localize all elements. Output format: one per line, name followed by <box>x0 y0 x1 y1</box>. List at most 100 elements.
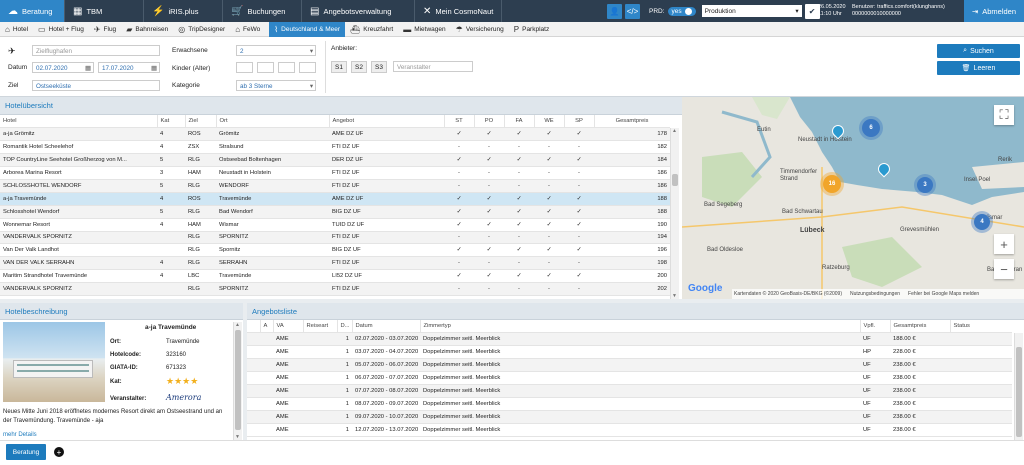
date-from-input[interactable]: 02.07.2020 ▦ <box>32 62 94 73</box>
hotel-scrollbar[interactable]: ▲ ▼ <box>670 128 679 299</box>
adults-select[interactable]: 2 ▾ <box>236 45 316 56</box>
column-header[interactable]: Gesamtpreis <box>890 320 951 334</box>
table-row[interactable]: AME 1 02.07.2020 - 03.07.2020 Doppelzimmer … <box>247 332 1012 347</box>
map-report-link[interactable]: Fehler bei Google Maps melden <box>908 291 979 297</box>
column-header[interactable] <box>247 320 261 334</box>
subnav-tab[interactable]: ▭ Hotel + Flug <box>33 22 89 37</box>
table-row[interactable]: Schlosshotel Wendorf 5 RLG Bad Wendorf BIG D… <box>0 205 670 219</box>
column-header[interactable]: A <box>260 320 274 334</box>
table-row[interactable]: AME 1 03.07.2020 - 04.07.2020 Doppelzimmer … <box>247 345 1012 360</box>
s2-button[interactable]: S2 <box>351 61 367 73</box>
column-header[interactable]: VA <box>273 320 304 334</box>
detail-scrollbar[interactable]: ▲ ▼ <box>233 322 242 440</box>
subnav-tab[interactable]: ⌂ FeWo <box>230 22 265 37</box>
topnav-item[interactable]: 🛒 Buchungen <box>223 0 301 22</box>
airport-input[interactable]: Zielflughafen <box>32 45 160 56</box>
table-row[interactable]: AME 1 07.07.2020 - 08.07.2020 Doppelzimmer … <box>247 384 1012 398</box>
user-icon[interactable]: 👤 <box>607 3 622 19</box>
column-header[interactable]: ST <box>444 115 475 129</box>
prd-toggle[interactable]: yes <box>667 6 696 16</box>
s1-button[interactable]: S1 <box>331 61 347 73</box>
subnav-tab[interactable]: ☂ Versicherung <box>451 22 509 37</box>
table-row[interactable]: VANDERVALK SPORNITZ RLG SPORNITZ FTI DZ UF -… <box>0 231 670 245</box>
search-button[interactable]: ⌕ Suchen <box>937 44 1020 58</box>
map-terms-link[interactable]: Nutzungsbedingungen <box>850 291 900 297</box>
table-row[interactable]: Maritim Strandhotel Travemünde 4 LBC Travem… <box>0 269 670 284</box>
column-header[interactable]: Angebot <box>329 115 445 129</box>
column-header[interactable]: Datum <box>352 320 421 334</box>
subnav-tab[interactable]: ◎ TripDesigner <box>173 22 230 37</box>
subnav-tab[interactable]: P Parkplatz <box>509 22 554 37</box>
map-cluster[interactable]: 16 <box>823 175 841 193</box>
child-age-input[interactable] <box>299 62 316 73</box>
table-row[interactable]: AME 1 08.07.2020 - 09.07.2020 Doppelzimmer … <box>247 397 1012 411</box>
table-cell: - <box>444 231 474 245</box>
map[interactable]: Eutin Neustadt in Holstein Timmendorfer … <box>682 97 1024 299</box>
column-header[interactable]: Ziel <box>185 115 217 129</box>
zoom-out-button[interactable]: − <box>994 259 1014 279</box>
table-row[interactable]: TOP CountryLine Seehotel Großherzog von … <box>0 153 670 168</box>
column-header[interactable]: Reiseart <box>303 320 338 334</box>
table-row[interactable]: AME 1 05.07.2020 - 06.07.2020 Doppelzimmer … <box>247 358 1012 373</box>
column-header[interactable]: PO <box>474 115 505 129</box>
child-age-input[interactable] <box>257 62 274 73</box>
column-header[interactable]: Kat <box>157 115 186 129</box>
column-header[interactable]: Hotel <box>0 115 158 129</box>
topnav-item[interactable]: ▤ Angebotsverwaltung <box>302 0 414 22</box>
table-cell: ✓ <box>474 243 504 258</box>
table-row[interactable]: VANDERVALK SPORNITZ RLG SPORNITZ FTI DZ UF -… <box>0 282 670 296</box>
environment-select[interactable]: Produktion ▾ <box>701 5 802 17</box>
zoom-in-button[interactable]: + <box>994 234 1014 254</box>
map-cluster[interactable]: 6 <box>862 119 880 137</box>
column-header[interactable]: D... <box>337 320 353 334</box>
column-header[interactable]: Gesamtpreis <box>594 115 670 129</box>
subnav-tab[interactable]: ⌇ Deutschland & Meer <box>269 21 346 37</box>
table-row[interactable]: a-ja Grömitz 4 ROS Grömitz AME DZ UF ✓ ✓ ✓ ✓ ✓ 178 <box>0 127 670 142</box>
table-row[interactable]: AME 1 09.07.2020 - 10.07.2020 Doppelzimmer … <box>247 410 1012 424</box>
destination-input[interactable]: Ostseeküste <box>32 80 160 91</box>
veranstalter-input[interactable]: Veranstalter <box>393 61 473 72</box>
topnav-item[interactable]: ✕ Mein CosmoNaut <box>415 0 501 22</box>
topnav-item[interactable]: ☁ Beratung <box>0 0 64 22</box>
subnav-tab[interactable]: ⛴ Kreuzfahrt <box>345 22 398 37</box>
column-header[interactable]: Vpfl. <box>860 320 891 334</box>
table-row[interactable]: Wonnemar Resort 4 HAM Wismar TUID DZ UF ✓ ✓ ✓ ✓ ✓… <box>0 218 670 232</box>
table-row[interactable]: AME 1 12.07.2020 - 13.07.2020 Doppelzimmer … <box>247 423 1012 437</box>
add-icon[interactable]: + <box>54 447 64 457</box>
s3-button[interactable]: S3 <box>371 61 387 73</box>
map-cluster[interactable]: 3 <box>917 177 933 193</box>
column-header[interactable]: Status <box>950 320 1012 334</box>
date-to-input[interactable]: 17.07.2020 ▦ <box>98 62 160 73</box>
column-header[interactable]: WE <box>534 115 565 129</box>
table-cell: SPORNITZ <box>216 231 329 245</box>
topnav-item[interactable]: ▦ TBM <box>65 0 143 22</box>
column-header[interactable]: FA <box>504 115 535 129</box>
column-header[interactable]: SP <box>564 115 595 129</box>
table-row[interactable]: AME 1 06.07.2020 - 07.07.2020 Doppelzimmer … <box>247 371 1012 385</box>
table-cell: 188.00 € <box>890 332 950 347</box>
offer-scrollbar[interactable] <box>1014 333 1023 440</box>
child-age-input[interactable] <box>278 62 295 73</box>
subnav-tab[interactable]: ⌂ Hotel <box>0 22 33 37</box>
category-select[interactable]: ab 3 Sterne ▾ <box>236 80 316 91</box>
table-row[interactable]: Arborea Marina Resort 3 HAM Neustadt in Hol… <box>0 166 670 180</box>
beratung-button[interactable]: Beratung <box>6 444 46 460</box>
column-header[interactable]: Zimmertyp <box>420 320 861 334</box>
table-row[interactable]: Van Der Valk Landhot RLG Spornitz BIG DZ UF… <box>0 243 670 258</box>
clear-button[interactable]: 🗑 Leeren <box>937 61 1020 75</box>
more-details-link[interactable]: mehr Details <box>3 432 37 438</box>
topnav-item[interactable]: ⚡ iRIS.plus <box>144 0 222 22</box>
logout-button[interactable]: ⇥ Abmelden <box>964 0 1024 22</box>
column-header[interactable]: Ort <box>216 115 330 129</box>
code-icon[interactable]: </> <box>625 3 640 19</box>
subnav-tab[interactable]: ▬ Mietwagen <box>398 22 450 37</box>
table-row[interactable]: a-ja Travemünde 4 ROS Travemünde AME DZ UF ✓ ✓… <box>0 192 670 206</box>
subnav-tab[interactable]: ✈ Flug <box>89 22 121 37</box>
map-cluster[interactable]: 4 <box>974 214 990 230</box>
table-row[interactable]: SCHLOSSHOTEL WENDORF 5 RLG WENDORF FTI DZ UF… <box>0 179 670 193</box>
child-age-input[interactable] <box>236 62 253 73</box>
subnav-tab[interactable]: ▰ Bahnreisen <box>121 22 173 37</box>
table-row[interactable]: VAN DER VALK SERRAHN 4 RLG SERRAHN FTI DZ UF… <box>0 256 670 271</box>
table-row[interactable]: Romantik Hotel Scheelehof 4 ZSX Stralsund FT… <box>0 140 670 155</box>
fullscreen-icon[interactable]: ⛶ <box>994 105 1014 125</box>
